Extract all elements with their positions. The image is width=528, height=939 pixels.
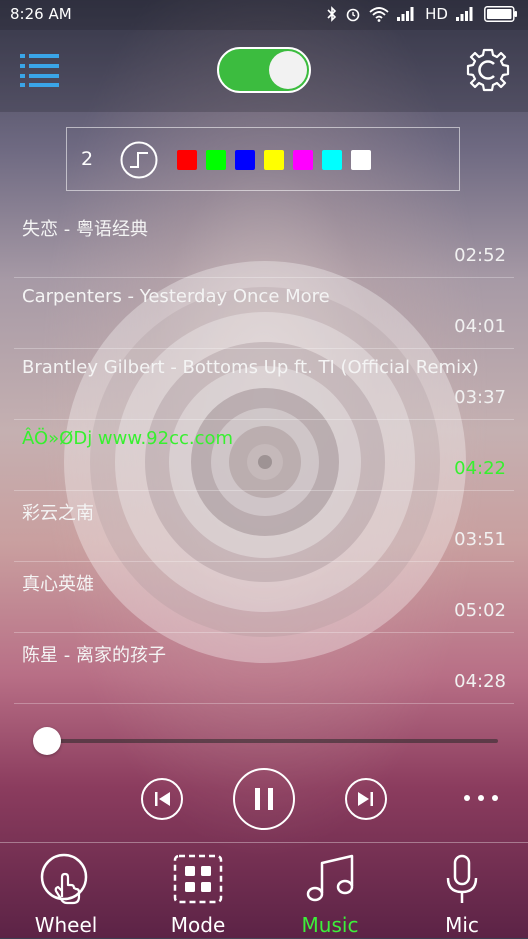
nav-wheel[interactable]: Wheel — [0, 843, 132, 939]
list-menu-icon — [20, 54, 59, 87]
song-title: 彩云之南 — [22, 503, 94, 524]
color-swatch[interactable] — [351, 150, 371, 170]
settings-button[interactable] — [464, 46, 512, 94]
song-title: 失恋 - 粤语经典 — [22, 219, 148, 240]
nav-mode[interactable]: Mode — [132, 843, 264, 939]
color-swatch[interactable] — [177, 150, 197, 170]
nav-music-label: Music — [301, 913, 359, 937]
song-row[interactable]: 失恋 - 粤语经典 02:52 — [14, 207, 514, 278]
nav-mic-label: Mic — [445, 913, 479, 937]
more-dots-icon — [464, 795, 498, 801]
grid-mode-icon — [173, 854, 223, 904]
nav-mic[interactable]: Mic — [396, 843, 528, 939]
nav-wheel-label: Wheel — [34, 913, 98, 937]
battery-icon — [484, 6, 517, 22]
song-row[interactable]: 彩云之南 03:51 — [14, 491, 514, 562]
pause-button[interactable] — [233, 768, 295, 830]
song-duration: 04:28 — [454, 671, 506, 692]
color-swatch[interactable] — [235, 150, 255, 170]
progress-track[interactable] — [40, 739, 498, 743]
bottom-nav: Wheel Mode Music Mic — [0, 842, 528, 939]
progress-thumb[interactable] — [33, 727, 61, 755]
song-duration: 04:22 — [454, 458, 506, 479]
alarm-icon — [346, 8, 360, 22]
song-title: Brantley Gilbert - Bottoms Up ft. TI (Of… — [22, 357, 479, 378]
music-note-icon — [306, 854, 354, 902]
nav-music[interactable]: Music — [264, 843, 396, 939]
microphone-icon — [446, 854, 478, 903]
song-row[interactable]: ÂÖ»ØDj www.92cc.com 04:22 — [14, 420, 514, 491]
network-type: HD — [425, 5, 448, 23]
menu-button[interactable] — [20, 52, 60, 88]
color-panel: 2 — [66, 127, 460, 191]
color-swatch[interactable] — [206, 150, 226, 170]
song-title: ÂÖ»ØDj www.92cc.com — [22, 428, 234, 449]
previous-button[interactable] — [141, 778, 183, 820]
color-swatch[interactable] — [322, 150, 342, 170]
pause-icon — [255, 788, 273, 810]
song-row[interactable]: 真心英雄 05:02 — [14, 562, 514, 633]
song-title: 陈星 - 离家的孩子 — [22, 645, 166, 666]
skip-previous-icon — [155, 792, 170, 806]
signal-icon-2 — [456, 7, 473, 21]
song-row[interactable]: Carpenters - Yesterday Once More 04:01 — [14, 278, 514, 349]
status-time: 8:26 AM — [10, 5, 72, 23]
song-duration: 03:37 — [454, 387, 506, 408]
color-swatches — [177, 150, 371, 170]
gear-icon — [466, 48, 510, 92]
skip-next-icon — [358, 792, 373, 806]
song-title: Carpenters - Yesterday Once More — [22, 286, 330, 307]
mode-button[interactable] — [120, 141, 158, 179]
song-title: 真心英雄 — [22, 574, 94, 595]
power-toggle[interactable] — [217, 47, 311, 93]
song-duration: 02:52 — [454, 245, 506, 266]
wifi-icon — [369, 7, 389, 22]
song-list: 失恋 - 粤语经典 02:52 Carpenters - Yesterday Onc… — [14, 207, 514, 712]
bluetooth-icon — [327, 6, 337, 22]
step-wave-icon — [120, 141, 158, 179]
color-swatch[interactable] — [264, 150, 284, 170]
wheel-touch-icon — [40, 853, 88, 905]
color-swatch[interactable] — [293, 150, 313, 170]
song-row[interactable]: 陈星 - 离家的孩子 04:28 — [14, 633, 514, 704]
signal-icon — [397, 7, 414, 21]
status-icons: HD — [327, 5, 518, 23]
song-duration: 04:01 — [454, 316, 506, 337]
top-bar — [0, 30, 528, 112]
more-button[interactable] — [460, 787, 502, 809]
next-button[interactable] — [345, 778, 387, 820]
nav-mode-label: Mode — [170, 913, 226, 937]
status-bar: 8:26 AM HD — [0, 0, 528, 30]
toggle-knob — [269, 51, 307, 89]
song-row[interactable]: Brantley Gilbert - Bottoms Up ft. TI (Of… — [14, 349, 514, 420]
song-duration: 05:02 — [454, 600, 506, 621]
song-duration: 03:51 — [454, 529, 506, 550]
mode-number: 2 — [81, 148, 94, 170]
